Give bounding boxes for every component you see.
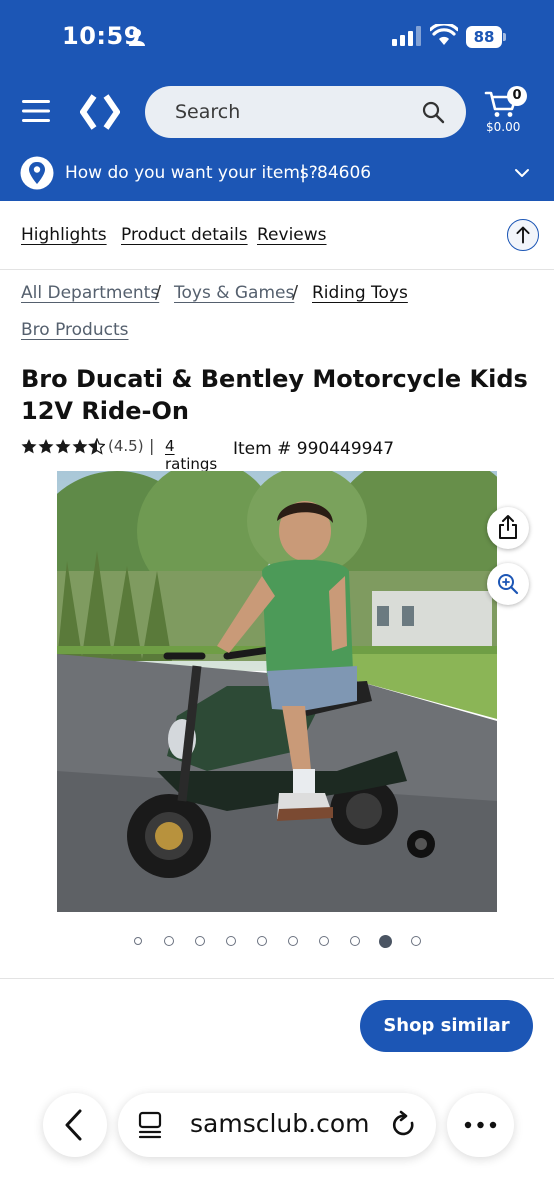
carousel-dot[interactable] xyxy=(134,937,142,945)
battery-level: 88 xyxy=(466,26,502,48)
cellular-signal-icon xyxy=(392,26,421,46)
carousel-dot[interactable] xyxy=(195,936,205,946)
cart-total[interactable]: $0.00 xyxy=(486,120,520,134)
search-bar[interactable] xyxy=(145,86,466,138)
location-zip: 84606 xyxy=(317,163,372,183)
carousel-dot-active[interactable] xyxy=(379,935,392,948)
site-header: 10:59 88 Search 0 $0.00 How do you want … xyxy=(0,0,554,201)
breadcrumb-separator: / xyxy=(155,282,162,303)
carousel-dot[interactable] xyxy=(350,936,360,946)
location-pin-icon xyxy=(20,156,54,190)
carousel-dot[interactable] xyxy=(257,936,267,946)
person-icon xyxy=(129,29,145,46)
ratings-count-link[interactable]: 4 ratings xyxy=(165,437,217,473)
product-title: Bro Ducati & Bentley Motorcycle Kids 12V… xyxy=(21,365,528,425)
brand-link[interactable]: Bro Products xyxy=(21,320,129,340)
zoom-in-icon[interactable] xyxy=(487,563,529,605)
share-icon[interactable] xyxy=(487,507,529,549)
cart-count-badge[interactable]: 0 xyxy=(507,86,527,106)
shop-similar-button[interactable]: Shop similar xyxy=(360,1000,533,1052)
scroll-to-top-icon[interactable] xyxy=(507,219,539,251)
breadcrumb-separator: / xyxy=(292,282,299,303)
reload-icon[interactable] xyxy=(390,1110,418,1140)
carousel-dot[interactable] xyxy=(288,936,298,946)
sams-club-logo-icon[interactable] xyxy=(80,93,120,131)
tab-reviews[interactable]: Reviews xyxy=(257,225,327,245)
location-prompt: How do you want your items? xyxy=(65,163,318,183)
tab-product-details[interactable]: Product details xyxy=(121,225,248,245)
battery-nub xyxy=(503,33,506,41)
product-image[interactable] xyxy=(57,471,497,912)
back-chevron-icon[interactable] xyxy=(43,1093,107,1157)
search-input[interactable] xyxy=(175,98,415,126)
chevron-down-icon[interactable] xyxy=(514,166,530,180)
carousel-dot[interactable] xyxy=(319,936,329,946)
tab-highlights[interactable]: Highlights xyxy=(21,225,107,245)
more-options-icon[interactable] xyxy=(447,1093,514,1157)
carousel-dot[interactable] xyxy=(411,936,421,946)
tab-overview-icon[interactable] xyxy=(136,1111,164,1139)
wifi-icon xyxy=(430,24,458,45)
url-text[interactable]: samsclub.com xyxy=(190,1109,369,1138)
delivery-location-bar[interactable]: How do you want your items? | 84606 xyxy=(0,154,554,201)
hamburger-menu-icon[interactable] xyxy=(22,99,50,123)
carousel-dot[interactable] xyxy=(164,936,174,946)
breadcrumb-all-departments[interactable]: All Departments xyxy=(21,283,159,303)
search-icon[interactable] xyxy=(421,100,445,124)
location-separator: | xyxy=(300,162,307,183)
address-bar[interactable]: samsclub.com xyxy=(118,1093,436,1157)
breadcrumb-riding-toys[interactable]: Riding Toys xyxy=(312,283,408,303)
section-divider xyxy=(0,978,554,979)
battery-indicator: 88 xyxy=(466,26,506,48)
breadcrumb-toys-games[interactable]: Toys & Games xyxy=(174,283,294,303)
star-rating-icon[interactable] xyxy=(21,438,105,456)
rating-value: (4.5) xyxy=(108,437,144,455)
status-bar: 10:59 88 xyxy=(0,0,554,72)
item-number: Item # 990449947 xyxy=(233,439,395,459)
section-tabs: Highlights Product details Reviews xyxy=(0,201,554,270)
carousel-dot[interactable] xyxy=(226,936,236,946)
rating-separator: | xyxy=(149,436,155,455)
